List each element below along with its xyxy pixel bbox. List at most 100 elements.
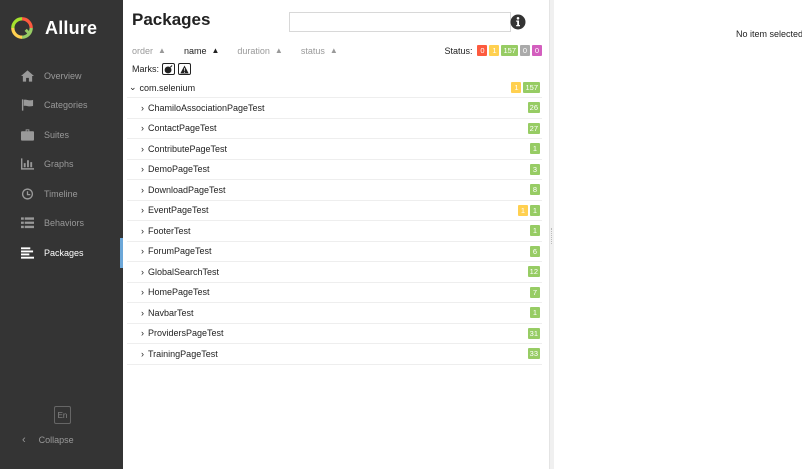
sidebar-item-overview[interactable]: Overview: [0, 61, 123, 91]
tree-row-name: GlobalSearchTest: [148, 266, 220, 277]
status-failed-toggle[interactable]: 0: [477, 45, 488, 56]
allure-logo-icon: [11, 17, 33, 39]
packages-pane: Packages order ▲︎ name ▲ duration ▲ stat…: [123, 0, 551, 469]
status-counts: 1: [530, 307, 540, 319]
status-counts: 33: [527, 348, 540, 360]
tree-row[interactable]: › ChamiloAssociationPageTest 26: [127, 98, 542, 119]
status-label: Status:: [444, 45, 473, 56]
sidebar-item-graphs[interactable]: Graphs: [0, 150, 123, 180]
sort-label: order: [132, 45, 154, 56]
sort-arrows-icon: ▲︎: [158, 46, 166, 55]
sidebar-item-label: Behaviors: [44, 218, 85, 229]
tree-row-name: ProvidersPageTest: [148, 328, 224, 339]
status-counts: 26: [527, 102, 540, 114]
sort-label: duration: [237, 45, 270, 56]
tree-row[interactable]: › ContactPageTest 27: [127, 119, 542, 139]
tree-row-name: DownloadPageTest: [148, 184, 226, 195]
sidebar-item-label: Overview: [44, 70, 82, 81]
tree-row-name: ContactPageTest: [148, 123, 217, 134]
clock-icon: [20, 188, 34, 200]
info-icon[interactable]: [510, 14, 526, 30]
drag-handle-icon[interactable]: [551, 228, 553, 244]
status-counts: 27: [527, 122, 540, 134]
sort-duration[interactable]: duration ▲: [237, 46, 282, 56]
tree-row-name: TrainingPageTest: [148, 348, 218, 359]
app-name: Allure: [45, 17, 98, 38]
tree-row[interactable]: › TrainingPageTest 33: [127, 344, 542, 365]
sidebar-item-label: Categories: [44, 100, 88, 111]
collapse-button[interactable]: ‹ Collapse: [22, 434, 74, 446]
sidebar-item-label: Packages: [44, 247, 84, 258]
package-tree: ⌄ com.selenium 1 157 › ChamiloAssociation…: [127, 78, 542, 365]
status-skipped-toggle[interactable]: 0: [520, 45, 530, 56]
status-filter: Status: 0 1 157 0 0: [444, 45, 542, 56]
tree-row[interactable]: › FooterTest 1: [127, 221, 542, 242]
sort-name[interactable]: name ▲: [184, 46, 219, 56]
passed-count-badge: 26: [527, 102, 540, 114]
tree-row-name: EventPageTest: [148, 205, 209, 216]
sidebar-item-label: Graphs: [44, 159, 74, 170]
sidebar-item-categories[interactable]: Categories: [0, 91, 123, 121]
chevron-right-icon: ›: [141, 164, 144, 175]
app-logo[interactable]: Allure: [11, 17, 97, 39]
tree-row-name: NavbarTest: [148, 307, 194, 318]
passed-count-badge: 3: [530, 163, 540, 175]
status-counts: 8: [530, 184, 540, 196]
tree-row-name: DemoPageTest: [148, 164, 210, 175]
sort-label: name: [183, 45, 207, 56]
search-input[interactable]: [289, 12, 511, 32]
status-passed-toggle[interactable]: 157: [501, 45, 518, 56]
status-unknown-toggle[interactable]: 0: [532, 45, 542, 56]
tree-row[interactable]: › EventPageTest 1 1: [127, 201, 542, 221]
sidebar-item-label: Suites: [44, 129, 70, 140]
status-counts: 6: [530, 245, 540, 257]
sidebar-item-packages[interactable]: Packages: [0, 238, 123, 268]
status-counts: 11: [518, 204, 540, 216]
sort-order[interactable]: order ▲︎: [132, 46, 166, 56]
tree-row[interactable]: › ContributePageTest 1: [127, 139, 542, 160]
sidebar-item-behaviors[interactable]: Behaviors: [0, 209, 123, 239]
status-counts: 12: [527, 266, 540, 278]
tree-row[interactable]: › DemoPageTest 3: [127, 160, 542, 180]
new-failed-mark-toggle[interactable]: [178, 63, 191, 75]
passed-count-badge: 31: [527, 327, 540, 339]
tree-row[interactable]: › GlobalSearchTest 12: [127, 262, 542, 283]
chevron-down-icon: ⌄: [129, 82, 137, 92]
chevron-right-icon: ›: [141, 246, 144, 257]
tree-row[interactable]: › DownloadPageTest 8: [127, 180, 542, 201]
passed-count-badge: 6: [530, 245, 540, 257]
sort-status[interactable]: status ▲: [301, 46, 338, 56]
sidebar-item-suites[interactable]: Suites: [0, 120, 123, 150]
detail-pane: No item selected: [555, 0, 802, 469]
briefcase-icon: [20, 129, 34, 141]
chevron-right-icon: ›: [141, 287, 144, 298]
tree-group-row[interactable]: ⌄ com.selenium 1 157: [127, 78, 542, 98]
tree-row[interactable]: › HomePageTest 7: [127, 283, 542, 303]
bar-chart-icon: [20, 158, 34, 170]
tree-row-name: FooterTest: [148, 225, 191, 236]
status-broken-toggle[interactable]: 1: [489, 45, 500, 56]
marks-label: Marks:: [132, 64, 159, 74]
chevron-right-icon: ›: [141, 123, 144, 134]
status-counts: 7: [530, 286, 540, 298]
chevron-right-icon: ›: [141, 348, 144, 359]
tree-row[interactable]: › NavbarTest 1: [127, 303, 542, 324]
status-counts: 1 157: [511, 82, 540, 93]
pane-splitter[interactable]: [549, 0, 554, 469]
status-counts: 1: [530, 143, 540, 155]
tree-row[interactable]: › ProvidersPageTest 31: [127, 324, 542, 344]
language-selector[interactable]: En: [54, 406, 71, 424]
tree-row-name: ChamiloAssociationPageTest: [148, 102, 265, 113]
passed-count-badge: 27: [527, 122, 540, 134]
passed-count-badge: 1: [530, 225, 540, 237]
sidebar-item-label: Timeline: [44, 188, 78, 199]
tree-row[interactable]: › ForumPageTest 6: [127, 242, 542, 262]
bomb-icon: [164, 64, 173, 73]
chevron-right-icon: ›: [141, 184, 144, 195]
warning-icon: [180, 64, 189, 74]
sort-label: status: [300, 45, 325, 56]
passed-count-badge: 12: [527, 266, 540, 278]
flaky-mark-toggle[interactable]: [162, 63, 175, 75]
chevron-right-icon: ›: [141, 143, 144, 154]
sidebar-item-timeline[interactable]: Timeline: [0, 179, 123, 209]
